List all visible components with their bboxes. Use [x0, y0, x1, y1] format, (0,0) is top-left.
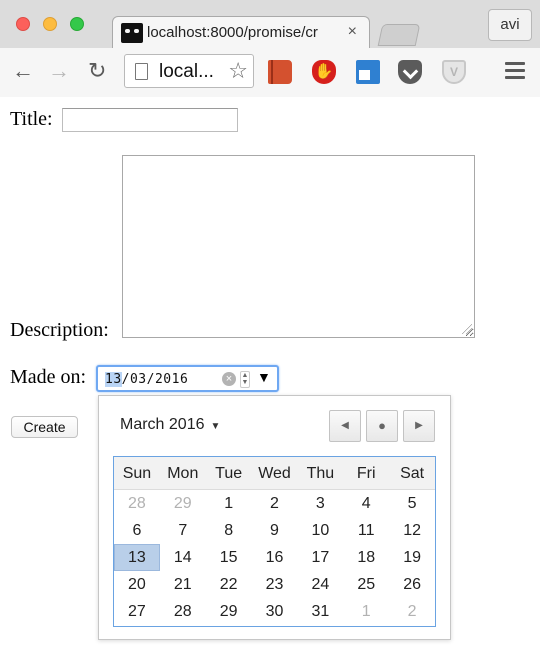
calendar-day[interactable]: 5	[389, 490, 435, 517]
weekday-tue: Tue	[215, 465, 243, 482]
date-input[interactable]: 13/03/2016 × ▲ ▼ ▼	[96, 365, 279, 392]
browser-tab[interactable]: localhost:8000/promise/cr ×	[112, 16, 370, 49]
hamburger-menu-icon[interactable]	[505, 62, 525, 80]
reload-icon[interactable]: ↻	[88, 58, 106, 84]
weekday-header: Sun Mon Tue Wed Thu Fri Sat	[114, 457, 435, 490]
cat-favicon-icon	[121, 23, 143, 43]
calendar-day[interactable]: 18	[343, 544, 389, 571]
calendar-day[interactable]: 14	[160, 544, 206, 571]
book-extension-icon[interactable]	[268, 60, 292, 84]
title-label: Title:	[10, 108, 53, 130]
calendar-day[interactable]: 3	[297, 490, 343, 517]
calendar-day[interactable]: 12	[389, 517, 435, 544]
calendar-day[interactable]: 19	[389, 544, 435, 571]
address-text[interactable]: local...	[159, 61, 214, 83]
create-button[interactable]: Create	[11, 416, 78, 438]
calendar-day[interactable]: 4	[343, 490, 389, 517]
maximize-window-button[interactable]	[70, 17, 84, 31]
calendar-day[interactable]: 28	[160, 598, 206, 625]
month-year-selector[interactable]: March 2016 ▼	[120, 416, 220, 434]
back-arrow-icon[interactable]: ←	[12, 58, 34, 84]
clear-date-icon[interactable]: ×	[222, 372, 236, 386]
bookmark-star-icon[interactable]: ☆	[228, 58, 248, 84]
shield-extension-icon[interactable]: V	[442, 60, 466, 84]
calendar-day[interactable]: 21	[160, 571, 206, 598]
date-spinner[interactable]: ▲ ▼	[240, 371, 250, 388]
calendar-day[interactable]: 2	[389, 598, 435, 625]
page-icon	[135, 63, 148, 80]
date-picker-popup: March 2016 ▼ ◀ ● ▶ Sun Mon Tue Wed Thu Fr…	[98, 395, 451, 640]
calendar-day[interactable]: 30	[252, 598, 298, 625]
weekday-mon: Mon	[167, 465, 199, 482]
made-on-label: Made on:	[10, 366, 87, 388]
calendar-day[interactable]: 2	[252, 490, 298, 517]
calendar-week: 27 28 29 30 31 1 2	[114, 598, 435, 625]
today-button[interactable]: ●	[366, 410, 398, 442]
profile-button[interactable]: avi	[488, 9, 532, 41]
panel-extension-icon[interactable]	[356, 60, 380, 84]
calendar-day[interactable]: 26	[389, 571, 435, 598]
previous-month-button[interactable]: ◀	[329, 410, 361, 442]
calendar-day[interactable]: 17	[297, 544, 343, 571]
tab-close-icon[interactable]: ×	[348, 23, 357, 41]
weekday-wed: Wed	[258, 465, 291, 482]
description-label: Description:	[10, 319, 109, 341]
calendar-dropdown-icon[interactable]: ▼	[257, 369, 271, 385]
calendar-week: 28 29 1 2 3 4 5	[114, 490, 435, 517]
calendar-day[interactable]: 16	[252, 544, 298, 571]
new-tab-button[interactable]	[377, 24, 421, 46]
minimize-window-button[interactable]	[43, 17, 57, 31]
calendar-week: 6 7 8 9 10 11 12	[114, 517, 435, 544]
calendar-day[interactable]: 29	[160, 490, 206, 517]
date-day-segment[interactable]: 13	[105, 372, 122, 387]
next-month-button[interactable]: ▶	[403, 410, 435, 442]
calendar-day-selected[interactable]: 13	[114, 544, 160, 571]
close-window-button[interactable]	[16, 17, 30, 31]
calendar-day[interactable]: 1	[343, 598, 389, 625]
month-nav-group: ◀ ● ▶	[329, 410, 436, 442]
calendar-day[interactable]: 8	[206, 517, 252, 544]
date-value[interactable]: 13/03/2016	[105, 372, 188, 387]
calendar-day[interactable]: 20	[114, 571, 160, 598]
calendar-week: 20 21 22 23 24 25 26	[114, 571, 435, 598]
weekday-sat: Sat	[400, 465, 425, 482]
address-bar[interactable]: local... ☆	[124, 54, 254, 88]
resize-grip-icon[interactable]	[462, 324, 472, 334]
chevron-down-icon[interactable]: ▼	[211, 421, 221, 432]
calendar-day[interactable]: 23	[252, 571, 298, 598]
forward-arrow-icon[interactable]: →	[48, 58, 70, 84]
pocket-extension-icon[interactable]	[398, 60, 422, 84]
ublock-extension-icon[interactable]: ✋	[312, 60, 336, 84]
tab-title: localhost:8000/promise/cr	[147, 24, 318, 41]
tab-strip: localhost:8000/promise/cr × avi	[0, 0, 540, 49]
browser-chrome: localhost:8000/promise/cr × avi ← → ↻ lo…	[0, 0, 540, 97]
calendar-day[interactable]: 15	[206, 544, 252, 571]
weekday-sun: Sun	[122, 465, 152, 482]
date-month-year-segment[interactable]: /03/2016	[122, 372, 189, 387]
calendar-day[interactable]: 22	[206, 571, 252, 598]
calendar-grid: Sun Mon Tue Wed Thu Fri Sat 28 29 1 2 3 …	[113, 456, 436, 627]
browser-toolbar: ← → ↻ local... ☆ ✋ V	[0, 48, 540, 97]
month-year-label[interactable]: March 2016	[120, 416, 205, 433]
description-textarea[interactable]	[122, 155, 475, 338]
calendar-day[interactable]: 11	[343, 517, 389, 544]
calendar-week: 13 14 15 16 17 18 19	[114, 544, 435, 571]
calendar-day[interactable]: 7	[160, 517, 206, 544]
calendar-day[interactable]: 10	[297, 517, 343, 544]
calendar-day[interactable]: 24	[297, 571, 343, 598]
title-input[interactable]	[62, 108, 238, 132]
weekday-fri: Fri	[356, 465, 376, 482]
calendar-day[interactable]: 6	[114, 517, 160, 544]
calendar-day[interactable]: 9	[252, 517, 298, 544]
calendar-day[interactable]: 27	[114, 598, 160, 625]
calendar-day[interactable]: 28	[114, 490, 160, 517]
calendar-day[interactable]: 25	[343, 571, 389, 598]
calendar-day[interactable]: 29	[206, 598, 252, 625]
weekday-thu: Thu	[306, 465, 335, 482]
page-content: Title: Description: Made on: 13/03/2016 …	[0, 97, 540, 657]
calendar-day[interactable]: 31	[297, 598, 343, 625]
calendar-day[interactable]: 1	[206, 490, 252, 517]
